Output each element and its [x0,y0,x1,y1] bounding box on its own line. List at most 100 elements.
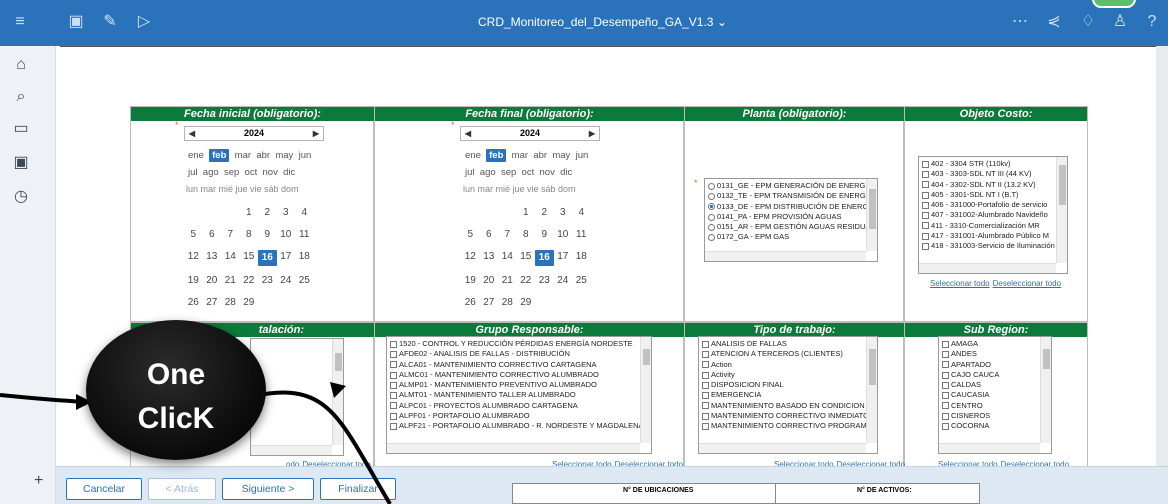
subregion-option[interactable]: CAJO CAUCA [939,370,1039,380]
day-cell[interactable]: 19 [184,274,203,288]
checkbox[interactable] [942,392,949,400]
user-icon[interactable]: ♙ [1110,12,1130,32]
objeto-costo-list[interactable]: 402 - 3304 STR (110kv) 403 - 3303-SDL NT … [918,156,1068,274]
checkbox[interactable] [390,340,397,348]
checkbox[interactable] [702,392,709,400]
month-jul[interactable]: jul [465,167,475,178]
objeto_costo-option[interactable]: 411 - 3310-Comercialización MR [919,221,1055,231]
objeto_costo-option[interactable]: 405 - 3301-SDL NT I (B.T) [919,190,1055,200]
month-may[interactable]: may [275,150,293,161]
radio-button[interactable] [708,192,715,200]
day-cell[interactable]: 19 [461,274,480,288]
tipo-trabajo-list[interactable]: ANALISIS DE FALLAS ATENCION A TERCEROS (C… [698,336,878,454]
vertical-scrollbar[interactable] [1056,157,1067,263]
checkbox[interactable] [390,350,397,358]
select-all-link[interactable]: Seleccionar todo [930,279,990,288]
day-cell[interactable]: 20 [480,274,499,288]
day-cell[interactable]: 27 [480,296,499,310]
grupo-option[interactable]: ALMC01 - MANTENIMIENTO CORRECTIVO ALUMBR… [387,370,639,380]
month-ene[interactable]: ene [465,150,481,161]
day-cell[interactable]: 1 [517,206,536,220]
day-cell[interactable]: 6 [480,228,499,242]
day-cell[interactable]: 29 [240,296,259,310]
folder-icon[interactable]: ▭ [10,118,32,140]
objeto_costo-option[interactable]: 403 - 3303-SDL NT III (44 KV) [919,169,1055,179]
planta-option[interactable]: 0131_GE - EPM GENERACIÓN DE ENERGÍA [705,181,872,191]
vertical-scrollbar[interactable] [640,337,651,443]
month-dic[interactable]: dic [560,167,572,178]
day-cell[interactable]: 4 [295,206,314,220]
checkbox[interactable] [942,423,949,431]
day-cell[interactable]: 9 [258,228,277,242]
checkbox[interactable] [702,361,709,369]
month-ago[interactable]: ago [480,167,496,178]
horizontal-scrollbar[interactable] [705,251,866,261]
day-cell[interactable]: 5 [184,228,203,242]
files-icon[interactable]: ▣ [10,152,32,174]
day-cell[interactable]: 28 [498,296,517,310]
day-cell[interactable]: 26 [184,296,203,310]
horizontal-scrollbar[interactable] [387,443,640,453]
vertical-scrollbar[interactable] [866,179,877,251]
month-jul[interactable]: jul [188,167,198,178]
checkbox[interactable] [942,340,949,348]
checkbox[interactable] [390,402,397,410]
checkbox[interactable] [922,243,929,251]
page-scrollbar[interactable] [1156,46,1168,466]
grupo-option[interactable]: ALMP01 - MANTENIMIENTO PREVENTIVO ALUMBR… [387,380,639,390]
day-cell[interactable]: 3 [554,206,573,220]
checkbox[interactable] [702,381,709,389]
month-nov[interactable]: nov [263,167,278,178]
day-cell[interactable]: 10 [277,228,296,242]
checkbox[interactable] [922,232,929,240]
day-cell[interactable]: 8 [240,228,259,242]
subregion-option[interactable]: COCORNA [939,421,1039,431]
day-cell[interactable]: 14 [221,250,240,266]
day-cell[interactable]: 24 [277,274,296,288]
day-cell[interactable]: 8 [517,228,536,242]
radio-button[interactable] [708,234,715,242]
day-cell[interactable]: 12 [184,250,203,266]
checkbox[interactable] [942,412,949,420]
subregion-option[interactable]: CENTRO [939,401,1039,411]
search-icon[interactable]: ⌕ [10,86,32,108]
help-icon[interactable]: ? [1142,12,1162,32]
checkbox[interactable] [390,423,397,431]
tipo-option[interactable]: ANALISIS DE FALLAS [699,339,865,349]
subregion-option[interactable]: CISNEROS [939,411,1039,421]
month-oct[interactable]: oct [245,167,258,178]
day-cell[interactable]: 3 [277,206,296,220]
day-cell[interactable]: 22 [240,274,259,288]
objeto_costo-option[interactable]: 402 - 3304 STR (110kv) [919,159,1055,169]
day-cell[interactable]: 15 [517,250,536,266]
month-sep[interactable]: sep [224,167,239,178]
document-title[interactable]: CRD_Monitoreo_del_Desempeño_GA_V1.3 ⌄ [478,15,727,29]
month-feb[interactable]: feb [209,149,230,162]
day-cell[interactable]: 13 [480,250,499,266]
checkbox[interactable] [942,361,949,369]
month-dic[interactable]: dic [283,167,295,178]
cancel-button[interactable]: Cancelar [66,478,142,500]
day-cell[interactable]: 11 [572,228,591,242]
planta-option[interactable]: 0151_AR - EPM GESTIÓN AGUAS RESIDUALES [705,222,877,232]
grupo-option[interactable]: ALMT01 - MANTENIMIENTO TALLER ALUMBRADO [387,390,639,400]
checkbox[interactable] [922,160,929,168]
checkbox[interactable] [942,371,949,379]
radio-button[interactable] [708,213,715,221]
radio-button[interactable] [708,182,715,190]
day-cell[interactable]: 2 [535,206,554,220]
more-icon[interactable]: ⋯ [1010,12,1030,32]
day-cell[interactable]: 22 [517,274,536,288]
day-cell[interactable]: 11 [295,228,314,242]
grupo-option[interactable]: ALPC01 - PROYECTOS ALUMBRADO CARTAGENA [387,401,639,411]
day-cell[interactable]: 18 [572,250,591,266]
day-cell[interactable]: 29 [517,296,536,310]
checkbox[interactable] [942,350,949,358]
deselect-all-link[interactable]: Deseleccionar todo [993,279,1061,288]
month-oct[interactable]: oct [522,167,535,178]
finish-button[interactable]: Finalizar [320,478,396,500]
day-cell[interactable]: 27 [203,296,222,310]
planta-option[interactable]: 0133_DE - EPM DISTRIBUCIÓN DE ENERGÍA [705,202,875,212]
day-cell[interactable]: 25 [572,274,591,288]
save-icon[interactable]: ▣ [66,12,86,32]
